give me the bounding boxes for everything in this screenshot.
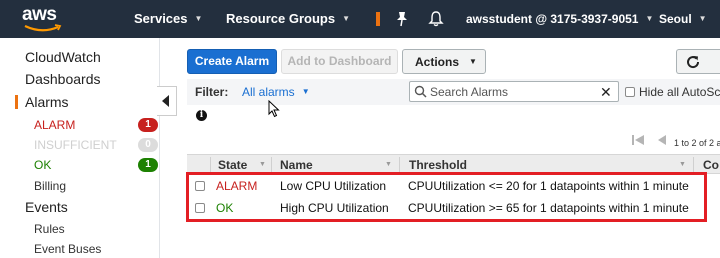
region-menu[interactable]: Seoul ▼: [659, 12, 707, 26]
column-header-conditions[interactable]: Co: [703, 158, 719, 172]
ok-count-badge: 1: [138, 158, 158, 172]
sidebar-item-insufficient-state[interactable]: INSUFFICIENT: [34, 138, 117, 152]
create-alarm-button[interactable]: Create Alarm: [187, 49, 277, 74]
sidebar-item-rules[interactable]: Rules: [34, 222, 65, 236]
account-menu[interactable]: awsstudent @ 3175-3937-9051 ▼: [466, 12, 653, 26]
sidebar-item-events[interactable]: Events: [25, 199, 68, 215]
search-box[interactable]: ✕: [409, 81, 619, 102]
filter-bar: Filter: All alarms ▼ ✕ Hide all AutoScali…: [187, 79, 720, 105]
actions-label: Actions: [415, 55, 460, 69]
sidebar-item-ok-state[interactable]: OK: [34, 158, 51, 172]
chevron-down-icon: ▼: [698, 14, 707, 23]
alarm-count-badge: 1: [138, 118, 158, 132]
account-label: awsstudent @ 3175-3937-9051: [466, 12, 639, 26]
resource-groups-label: Resource Groups: [226, 11, 336, 26]
chevron-down-icon: ▼: [342, 14, 351, 23]
column-header-state[interactable]: State: [218, 158, 247, 172]
column-divider: [399, 157, 400, 173]
services-label: Services: [134, 11, 188, 26]
column-divider: [271, 157, 272, 173]
sort-icon[interactable]: ▼: [679, 161, 686, 168]
pagination-info: 1 to 2 of 2 a: [674, 138, 720, 148]
top-navigation-bar: aws Services ▼ Resource Groups ▼ awsstuden…: [0, 0, 720, 38]
column-divider: [210, 157, 211, 173]
sidebar-item-alarms[interactable]: Alarms: [25, 94, 69, 110]
bell-icon[interactable]: [428, 10, 444, 27]
alarm-filter-dropdown[interactable]: All alarms ▼: [242, 85, 310, 99]
previous-page-icon[interactable]: [656, 134, 668, 146]
search-icon: [414, 85, 427, 98]
search-input[interactable]: [430, 84, 600, 99]
clear-search-icon[interactable]: ✕: [600, 84, 612, 101]
sidebar-item-billing[interactable]: Billing: [34, 179, 66, 193]
filter-label: Filter:: [195, 85, 229, 99]
sidebar: CloudWatch Dashboards Alarms ALARM 1 INS…: [0, 38, 160, 258]
chevron-down-icon: ▼: [301, 87, 310, 96]
hide-autoscaling-checkbox[interactable]: [625, 87, 635, 97]
column-divider: [693, 157, 694, 173]
refresh-button[interactable]: [676, 49, 720, 74]
sort-icon[interactable]: ▼: [385, 161, 392, 168]
aws-smile-icon: [24, 24, 62, 32]
sort-icon[interactable]: ▼: [259, 161, 266, 168]
active-indicator: [15, 95, 18, 109]
actions-button[interactable]: Actions ▼: [402, 49, 486, 74]
sidebar-item-alarm-state[interactable]: ALARM: [34, 118, 75, 132]
pin-icon[interactable]: [395, 11, 409, 27]
region-label: Seoul: [659, 12, 692, 26]
sidebar-item-dashboards[interactable]: Dashboards: [25, 71, 101, 87]
aws-logo-text: aws: [22, 4, 57, 25]
table-header: State ▼ Name ▼ Threshold ▼ Co: [187, 154, 720, 174]
sidebar-item-event-buses[interactable]: Event Buses: [34, 242, 101, 256]
mouse-cursor-icon: [268, 100, 280, 118]
chevron-down-icon: ▼: [469, 57, 477, 66]
highlight-annotation-box: [186, 172, 707, 222]
hide-autoscaling-label: Hide all AutoScaling: [639, 85, 720, 99]
chevron-down-icon: ▼: [645, 14, 654, 23]
shortcut-marker: [376, 12, 380, 26]
chevron-down-icon: ▼: [194, 14, 203, 23]
column-header-threshold[interactable]: Threshold: [409, 158, 467, 172]
alarm-filter-value: All alarms: [242, 85, 295, 99]
insufficient-count-badge: 0: [138, 138, 158, 152]
add-to-dashboard-button[interactable]: Add to Dashboard: [281, 49, 398, 74]
services-menu[interactable]: Services ▼: [134, 11, 202, 26]
sidebar-collapse-button[interactable]: [157, 86, 177, 116]
collapse-arrow-icon: [162, 95, 169, 107]
column-header-name[interactable]: Name: [280, 158, 313, 172]
aws-logo[interactable]: aws: [22, 4, 70, 34]
info-icon[interactable]: i: [196, 110, 207, 121]
first-page-icon[interactable]: [631, 134, 647, 146]
resource-groups-menu[interactable]: Resource Groups ▼: [226, 11, 350, 26]
refresh-icon: [687, 56, 700, 69]
sidebar-item-cloudwatch[interactable]: CloudWatch: [25, 49, 101, 65]
